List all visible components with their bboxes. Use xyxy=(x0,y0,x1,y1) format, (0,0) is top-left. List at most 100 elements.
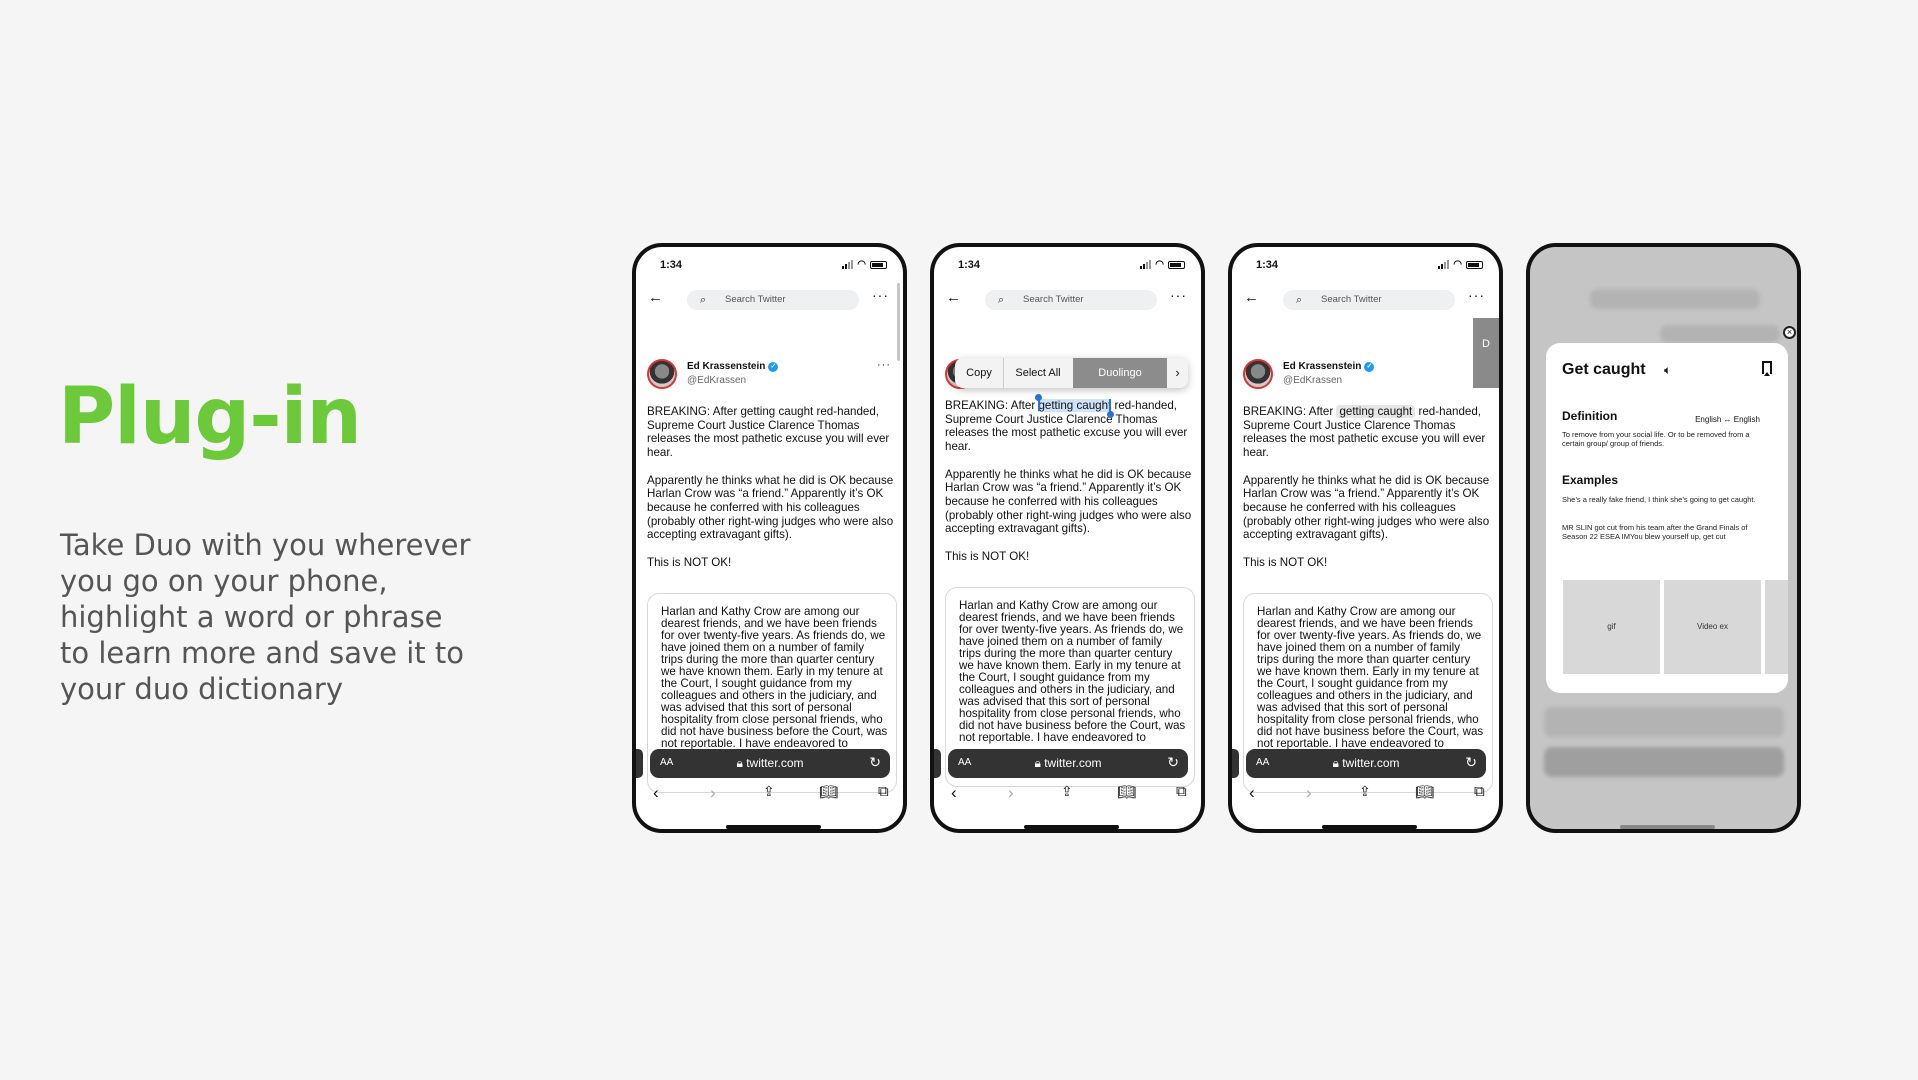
phone-screen-4: × Get caught 🔈︎ Definition English ↔ Eng… xyxy=(1526,243,1801,833)
home-indicator xyxy=(1620,825,1715,829)
tweet-header: Ed Krassenstein ✓ @EdKrassen xyxy=(1243,359,1489,391)
quote-text: Harlan and Kathy Crow are among our dear… xyxy=(1257,605,1484,750)
reload-icon[interactable]: ↻ xyxy=(1465,754,1477,771)
bookmark-icon[interactable] xyxy=(1762,361,1772,376)
chevron-left-icon[interactable]: ‹ xyxy=(1249,783,1255,803)
example-1: She’s a really fake friend, I think she’… xyxy=(1562,495,1756,504)
chevron-right-icon[interactable]: › xyxy=(1306,783,1312,803)
tweet-text: BREAKING: After getting caught red-hande… xyxy=(647,405,897,583)
search-icon: ⌕ xyxy=(1296,294,1303,306)
home-indicator xyxy=(1024,825,1119,829)
more-icon[interactable]: ··· xyxy=(872,287,889,303)
slide-title: Plug-in xyxy=(58,372,362,462)
back-arrow-icon[interactable]: ← xyxy=(946,289,961,306)
tweet-more-icon[interactable]: ··· xyxy=(877,359,891,371)
highlighted-phrase[interactable]: getting caught xyxy=(1336,405,1416,418)
reload-icon[interactable]: ↻ xyxy=(869,754,881,771)
search-icon: ⌕ xyxy=(700,294,707,306)
examples-heading: Examples xyxy=(1562,473,1619,487)
tweet-phrase[interactable]: getting caught xyxy=(740,405,813,418)
tweet-text: BREAKING: After getting caught red-hande… xyxy=(1243,405,1493,583)
share-icon[interactable]: ⇪ xyxy=(1061,783,1073,800)
back-arrow-icon[interactable]: ← xyxy=(1244,289,1259,306)
reload-icon[interactable]: ↻ xyxy=(1167,754,1179,771)
tweet-text-before: BREAKING: After xyxy=(1243,405,1337,418)
verified-icon: ✓ xyxy=(1364,362,1375,372)
book-icon[interactable]: 📖︎ xyxy=(819,783,838,801)
language-pair[interactable]: English ↔ English xyxy=(1695,415,1760,424)
tweet-author[interactable]: Ed Krassenstein ✓ xyxy=(687,361,779,372)
lock-icon: 🔒︎ xyxy=(1332,756,1339,770)
copy-menu-item[interactable]: Copy xyxy=(955,358,1004,388)
tweet-text-before: BREAKING: After xyxy=(647,405,741,418)
status-bar: 1:34 ◠ xyxy=(1232,259,1499,275)
chevron-right-icon[interactable]: › xyxy=(710,783,716,803)
gif-tile[interactable]: gif xyxy=(1563,580,1660,674)
chevron-left-icon[interactable]: ‹ xyxy=(653,783,659,803)
chevron-left-icon[interactable]: ‹ xyxy=(951,783,957,803)
speaker-icon[interactable]: 🔈︎ xyxy=(1664,363,1671,378)
more-icon[interactable]: ··· xyxy=(1170,287,1187,303)
status-time: 1:34 xyxy=(958,259,981,271)
wifi-icon: ◠ xyxy=(857,258,866,270)
search-input[interactable]: ⌕ Search Twitter xyxy=(687,290,859,310)
scrollbar[interactable] xyxy=(897,283,900,361)
search-icon: ⌕ xyxy=(998,294,1005,306)
signal-icon xyxy=(842,260,854,269)
tweet-text: BREAKING: After getting caught red-hande… xyxy=(945,399,1195,577)
author-name: Ed Krassenstein xyxy=(1283,361,1362,372)
video-tile[interactable]: Video ex xyxy=(1664,580,1761,674)
status-time: 1:34 xyxy=(1256,259,1279,271)
book-icon[interactable]: 📖︎ xyxy=(1117,783,1136,801)
wifi-icon: ◠ xyxy=(1155,258,1164,270)
address-bar[interactable]: AA 🔒︎ twitter.com ↻ xyxy=(1246,749,1486,778)
dictionary-card: Get caught 🔈︎ Definition English ↔ Engli… xyxy=(1546,343,1788,693)
wifi-icon: ◠ xyxy=(1453,258,1462,270)
search-input[interactable]: ⌕ Search Twitter xyxy=(1283,290,1455,310)
edge-tab[interactable] xyxy=(636,749,643,778)
duolingo-menu-item[interactable]: Duolingo xyxy=(1073,358,1167,388)
phone-screen-3: 1:34 ◠ ← ⌕ Search Twitter ··· D Ed Krass… xyxy=(1228,243,1503,833)
verified-icon: ✓ xyxy=(768,362,779,372)
chevron-right-icon[interactable]: › xyxy=(1167,358,1188,388)
tweet-paragraph-2: Apparently he thinks what he did is OK b… xyxy=(647,473,894,542)
book-icon[interactable]: 📖︎ xyxy=(1415,783,1434,801)
address-bar[interactable]: AA 🔒︎ twitter.com ↻ xyxy=(948,749,1188,778)
battery-icon xyxy=(870,260,887,269)
tweet-paragraph-2: Apparently he thinks what he did is OK b… xyxy=(945,467,1192,536)
twitter-nav-bar: ← ⌕ Search Twitter ··· xyxy=(934,287,1201,311)
tweet-paragraph-2: Apparently he thinks what he did is OK b… xyxy=(1243,473,1490,542)
tabs-icon[interactable]: ⧉ xyxy=(878,783,889,800)
tweet-author[interactable]: Ed Krassenstein ✓ xyxy=(1283,361,1375,372)
search-input[interactable]: ⌕ Search Twitter xyxy=(985,290,1157,310)
phone-screen-1: 1:34 ◠ ← ⌕ Search Twitter ··· Ed Krassen… xyxy=(632,243,907,833)
edge-tab[interactable] xyxy=(1232,749,1239,778)
edge-tab[interactable] xyxy=(934,749,941,778)
tabs-icon[interactable]: ⧉ xyxy=(1176,783,1187,800)
avatar[interactable] xyxy=(1243,359,1273,389)
selection-end-handle[interactable] xyxy=(1106,411,1114,418)
home-indicator xyxy=(1322,825,1417,829)
browser-toolbar: ‹ › ⇪ 📖︎ ⧉ xyxy=(636,783,903,803)
status-icons: ◠ xyxy=(842,258,887,270)
share-icon[interactable]: ⇪ xyxy=(1359,783,1371,800)
back-arrow-icon[interactable]: ← xyxy=(648,289,663,306)
search-placeholder: Search Twitter xyxy=(1023,294,1084,305)
definition-text: To remove from your social life. Or to b… xyxy=(1562,430,1750,448)
definition-heading: Definition xyxy=(1562,409,1618,423)
tweet-handle: @EdKrassen xyxy=(1283,375,1343,386)
tabs-icon[interactable]: ⧉ xyxy=(1474,783,1485,800)
dictionary-word: Get caught xyxy=(1562,361,1646,378)
avatar[interactable] xyxy=(647,359,677,389)
share-icon[interactable]: ⇪ xyxy=(763,783,775,800)
battery-icon xyxy=(1466,260,1483,269)
next-tile[interactable] xyxy=(1765,580,1788,674)
more-icon[interactable]: ··· xyxy=(1468,287,1485,303)
selected-phrase[interactable]: getting caught xyxy=(1038,399,1112,412)
close-icon[interactable]: × xyxy=(1783,326,1796,339)
lock-icon: 🔒︎ xyxy=(1034,756,1041,770)
tweet-paragraph-3: This is NOT OK! xyxy=(647,555,732,569)
chevron-right-icon[interactable]: › xyxy=(1008,783,1014,803)
address-bar[interactable]: AA 🔒︎ twitter.com ↻ xyxy=(650,749,890,778)
select-all-menu-item[interactable]: Select All xyxy=(1003,358,1074,388)
